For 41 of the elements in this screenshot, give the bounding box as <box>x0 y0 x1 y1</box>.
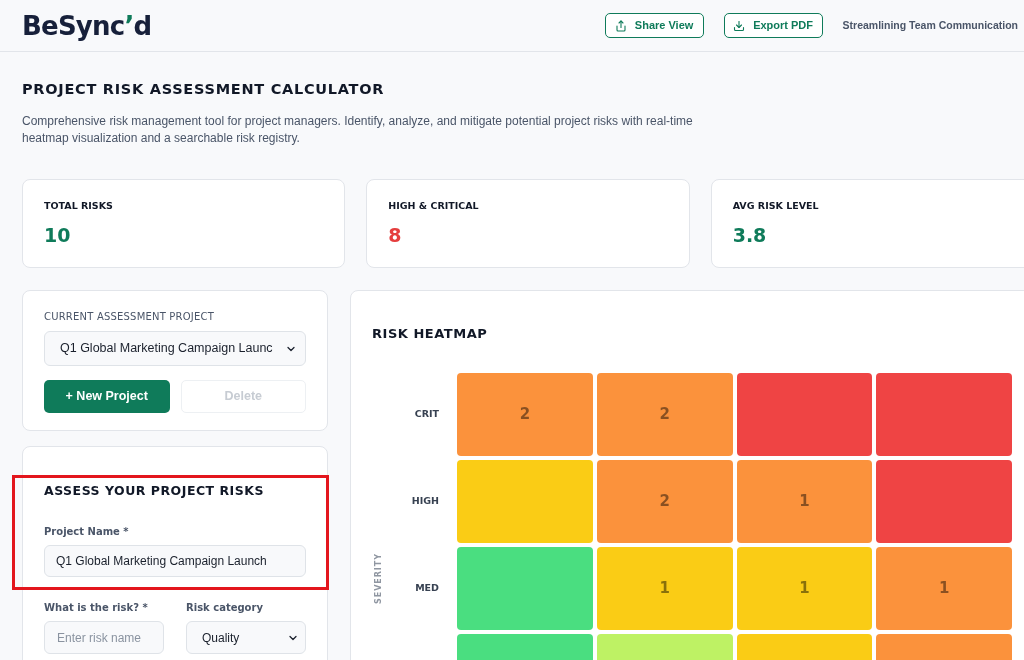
share-button[interactable]: Share View <box>604 13 704 38</box>
heatmap-cell[interactable]: 2 <box>457 373 593 456</box>
stat-value: 10 <box>44 223 72 247</box>
heatmap-cell[interactable]: 2 <box>596 373 733 456</box>
stat-label: TOTAL RISKS <box>44 199 114 212</box>
field-label: Risk category <box>186 602 264 614</box>
stat-label: HIGH & CRITICAL <box>388 199 480 212</box>
heatmap-cell[interactable]: 1 <box>736 460 873 543</box>
heatmap-cell[interactable] <box>876 460 1012 543</box>
row-label: MED <box>415 581 439 596</box>
stat-label: AVG RISK LEVEL <box>732 199 820 212</box>
axis-label: SEVERITY <box>372 553 384 604</box>
field-label: Project Name * <box>44 526 130 538</box>
heatmap-cell[interactable]: 1 <box>596 547 733 630</box>
project-dropdown[interactable]: Q1 Global Marketing Campaign Launc <box>44 331 306 366</box>
input-field[interactable]: Q1 Global Marketing Campaign Launch <box>44 545 306 577</box>
tagline: Streamlining Team Communication <box>842 17 1018 33</box>
field-label: What is the risk? * <box>44 602 149 614</box>
dropdown-field[interactable]: Quality <box>186 621 306 654</box>
heatmap-cell[interactable] <box>876 373 1012 456</box>
heatmap-cell[interactable]: 1 <box>876 547 1012 630</box>
heatmap-cell[interactable] <box>457 547 593 630</box>
heatmap-cell[interactable] <box>736 373 873 456</box>
input-field[interactable]: Enter risk name <box>44 621 164 654</box>
page-title: PROJECT RISK ASSESSMENT CALCULATOR <box>22 80 386 99</box>
share-icon <box>614 19 627 32</box>
heatmap-cell[interactable]: 2 <box>596 460 733 543</box>
row-label: HIGH <box>411 494 439 509</box>
heatmap-title: RISK HEATMAP <box>372 325 489 343</box>
section-title: ASSESS YOUR PROJECT RISKS <box>44 483 265 499</box>
heatmap-cell[interactable]: 1 <box>736 547 873 630</box>
stat-value: 3.8 <box>732 223 768 247</box>
primary-button[interactable]: + New Project <box>44 380 170 413</box>
logo: BeSync’d <box>22 12 152 39</box>
row-label: CRIT <box>414 407 439 422</box>
heatmap-cell[interactable] <box>457 460 593 543</box>
stat-value: 8 <box>388 223 403 247</box>
download-icon <box>733 19 746 32</box>
section-label: CURRENT ASSESSMENT PROJECT <box>44 311 215 323</box>
export-button[interactable]: Export PDF <box>723 13 823 38</box>
page-description: Comprehensive risk management tool for project managers. Identify, analyze, and mitigate potential project risks with real-time heatmap visualization and a searchable risk registry. <box>22 113 694 147</box>
